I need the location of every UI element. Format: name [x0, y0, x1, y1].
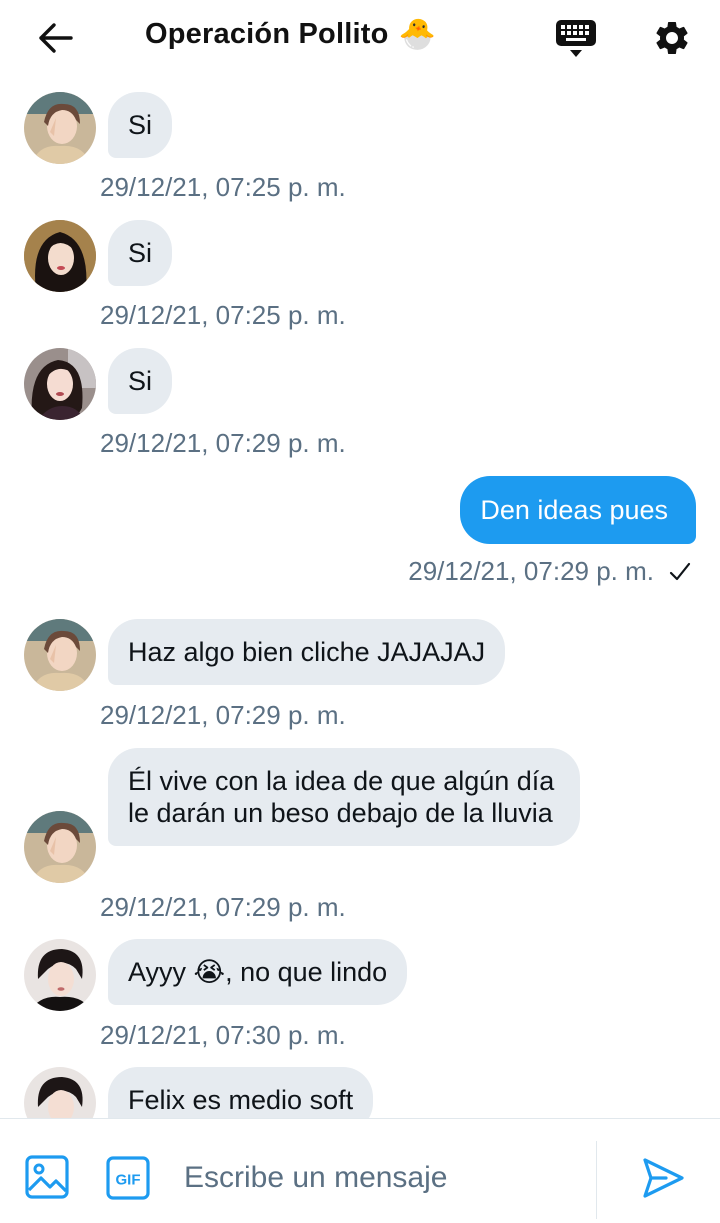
outgoing-message-bubble[interactable]: Den ideas pues	[460, 476, 696, 544]
message-bubble[interactable]: Si	[108, 220, 173, 286]
gear-icon	[656, 21, 688, 54]
keyboard-button[interactable]	[552, 14, 600, 62]
add-image-button[interactable]	[24, 1154, 72, 1202]
composer-divider	[596, 1141, 597, 1219]
message-composer: GIF	[0, 1118, 720, 1223]
arrow-left-icon	[39, 23, 73, 53]
conversation-title-text: Operación Pollito	[145, 18, 389, 50]
message-list[interactable]: Si 29/12/21, 07:25 p. m. Si 29/12/21, 07…	[0, 76, 720, 1118]
message-timestamp: 29/12/21, 07:25 p. m.	[100, 300, 346, 330]
message-timestamp: 29/12/21, 07:29 p. m.	[100, 700, 346, 730]
avatar[interactable]	[24, 220, 96, 292]
message-timestamp: 29/12/21, 07:29 p. m.	[100, 428, 346, 458]
message-bubble[interactable]: Si	[108, 348, 173, 414]
send-button[interactable]	[640, 1155, 688, 1203]
message-input[interactable]	[184, 1155, 584, 1201]
user-avatar-image	[24, 939, 96, 1011]
message-timestamp: 29/12/21, 07:29 p. m.	[100, 892, 346, 922]
message-text: Ayyy 😭, no que lindo	[128, 957, 388, 987]
avatar[interactable]	[24, 1067, 96, 1118]
image-icon	[25, 1155, 69, 1199]
user-avatar-image	[24, 1067, 96, 1118]
chat-header: Operación Pollito 🐣	[0, 0, 720, 76]
user-avatar-image	[24, 811, 96, 883]
message-bubble[interactable]: Ayyy 😭, no que lindo	[108, 939, 408, 1005]
conversation-title[interactable]: Operación Pollito 🐣	[145, 18, 436, 51]
checkmark-icon	[669, 562, 691, 580]
avatar[interactable]	[24, 811, 96, 883]
avatar[interactable]	[24, 619, 96, 691]
message-bubble[interactable]: Haz algo bien cliche JAJAJAJ	[108, 619, 506, 685]
user-avatar-image	[24, 619, 96, 691]
message-timestamp: 29/12/21, 07:30 p. m.	[100, 1020, 346, 1050]
message-timestamp: 29/12/21, 07:29 p. m.	[408, 556, 654, 586]
user-avatar-image	[24, 220, 96, 292]
gif-label: GIF	[116, 1172, 141, 1189]
message-bubble[interactable]: Si	[108, 92, 173, 158]
keyboard-icon	[556, 20, 596, 57]
user-avatar-image	[24, 92, 96, 164]
avatar[interactable]	[24, 939, 96, 1011]
gif-icon: GIF	[106, 1156, 150, 1200]
add-gif-button[interactable]: GIF	[105, 1155, 151, 1201]
outgoing-message-meta: 29/12/21, 07:29 p. m.	[408, 556, 692, 587]
message-bubble[interactable]: Él vive con la idea de que algún día le …	[108, 748, 580, 846]
chick-emoji-icon: 🐣	[398, 17, 437, 51]
message-bubble[interactable]: Felix es medio soft	[108, 1067, 374, 1118]
message-timestamp: 29/12/21, 07:25 p. m.	[100, 172, 346, 202]
avatar[interactable]	[24, 348, 96, 420]
send-icon	[643, 1158, 684, 1198]
settings-button[interactable]	[648, 14, 696, 62]
user-avatar-image	[24, 348, 96, 420]
back-button[interactable]	[30, 16, 82, 60]
avatar[interactable]	[24, 92, 96, 164]
